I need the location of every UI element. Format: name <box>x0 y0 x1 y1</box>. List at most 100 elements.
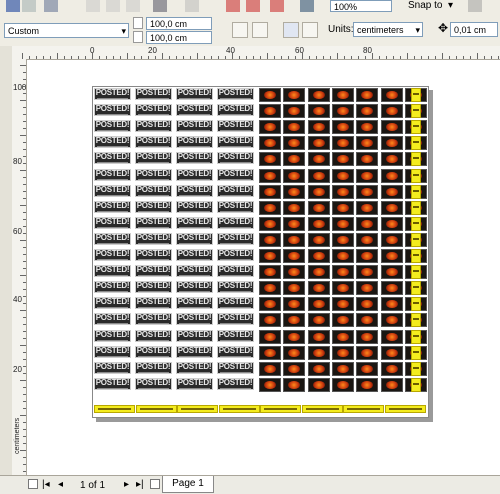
logo-sticker[interactable] <box>331 232 354 247</box>
poster-sticker[interactable]: POSTED! <box>176 265 213 278</box>
poster-sticker[interactable]: POSTED! <box>94 265 131 278</box>
logo-sticker[interactable] <box>259 168 281 183</box>
yellow-label-sticker[interactable] <box>411 249 421 263</box>
corel-online-icon[interactable] <box>300 0 314 12</box>
logo-sticker[interactable] <box>259 265 281 280</box>
poster-sticker[interactable]: POSTED! <box>217 265 254 278</box>
logo-sticker[interactable] <box>307 216 330 231</box>
poster-sticker[interactable]: POSTED! <box>94 184 131 197</box>
logo-sticker[interactable] <box>380 104 403 119</box>
landscape-button[interactable] <box>252 22 268 38</box>
logo-sticker[interactable] <box>259 152 281 167</box>
poster-sticker[interactable]: POSTED! <box>176 168 213 181</box>
logo-sticker[interactable] <box>331 184 354 199</box>
logo-sticker[interactable] <box>356 345 379 360</box>
logo-sticker[interactable] <box>331 345 354 360</box>
poster-sticker[interactable]: POSTED! <box>94 88 131 100</box>
logo-sticker[interactable] <box>283 265 306 280</box>
logo-sticker[interactable] <box>259 313 281 328</box>
poster-sticker[interactable]: POSTED! <box>176 136 213 149</box>
logo-sticker[interactable] <box>307 345 330 360</box>
poster-sticker[interactable]: POSTED! <box>176 345 213 358</box>
logo-sticker[interactable] <box>283 104 306 119</box>
poster-sticker[interactable]: POSTED! <box>94 281 131 294</box>
logo-sticker[interactable] <box>307 232 330 247</box>
logo-sticker[interactable] <box>331 120 354 135</box>
logo-sticker[interactable] <box>259 329 281 344</box>
poster-sticker[interactable]: POSTED! <box>176 88 213 100</box>
logo-sticker[interactable] <box>380 281 403 296</box>
logo-sticker[interactable] <box>356 216 379 231</box>
print-icon[interactable] <box>22 0 36 12</box>
poster-sticker[interactable]: POSTED! <box>135 152 172 165</box>
logo-sticker[interactable] <box>307 88 330 102</box>
yellow-label-sticker[interactable] <box>411 313 421 328</box>
logo-sticker[interactable] <box>259 200 281 215</box>
import-icon[interactable] <box>226 0 240 12</box>
logo-sticker[interactable] <box>356 104 379 119</box>
logo-sticker[interactable] <box>331 104 354 119</box>
logo-sticker[interactable] <box>283 168 306 183</box>
logo-sticker[interactable] <box>307 297 330 312</box>
poster-sticker[interactable]: POSTED! <box>94 200 131 213</box>
logo-sticker[interactable] <box>259 249 281 263</box>
poster-sticker[interactable]: POSTED! <box>94 345 131 358</box>
poster-sticker[interactable]: POSTED! <box>176 200 213 213</box>
logo-sticker[interactable] <box>259 184 281 199</box>
logo-sticker[interactable] <box>307 265 330 280</box>
logo-sticker[interactable] <box>259 281 281 296</box>
logo-sticker[interactable] <box>283 281 306 296</box>
logo-sticker[interactable] <box>356 152 379 167</box>
logo-sticker[interactable] <box>259 136 281 151</box>
poster-sticker[interactable]: POSTED! <box>217 88 254 100</box>
logo-sticker[interactable] <box>356 377 379 392</box>
logo-sticker[interactable] <box>259 361 281 376</box>
logo-sticker[interactable] <box>331 361 354 376</box>
logo-sticker[interactable] <box>380 120 403 135</box>
snap-to-chevron-icon[interactable]: ▾ <box>448 0 453 12</box>
yellow-label-sticker[interactable] <box>411 184 421 199</box>
yellow-strip-sticker[interactable] <box>94 405 135 413</box>
yellow-label-sticker[interactable] <box>411 136 421 151</box>
poster-sticker[interactable]: POSTED! <box>135 249 172 261</box>
logo-sticker[interactable] <box>356 120 379 135</box>
poster-sticker[interactable]: POSTED! <box>176 104 213 117</box>
logo-sticker[interactable] <box>356 136 379 151</box>
logo-sticker[interactable] <box>380 184 403 199</box>
yellow-label-sticker[interactable] <box>411 120 421 135</box>
application-launcher-icon[interactable] <box>270 0 284 12</box>
logo-sticker[interactable] <box>380 136 403 151</box>
yellow-strip-sticker[interactable] <box>343 405 384 413</box>
yellow-label-sticker[interactable] <box>411 200 421 215</box>
logo-sticker[interactable] <box>283 329 306 344</box>
yellow-label-sticker[interactable] <box>411 88 421 102</box>
paste-icon[interactable] <box>126 0 140 12</box>
logo-sticker[interactable] <box>380 329 403 344</box>
logo-sticker[interactable] <box>331 377 354 392</box>
poster-sticker[interactable]: POSTED! <box>94 313 131 326</box>
snap-to-button[interactable]: Snap to <box>408 0 442 12</box>
poster-sticker[interactable]: POSTED! <box>176 313 213 326</box>
logo-sticker[interactable] <box>356 184 379 199</box>
yellow-label-sticker[interactable] <box>411 281 421 296</box>
poster-sticker[interactable]: POSTED! <box>217 313 254 326</box>
logo-sticker[interactable] <box>380 361 403 376</box>
poster-sticker[interactable]: POSTED! <box>135 216 172 229</box>
logo-sticker[interactable] <box>356 265 379 280</box>
poster-sticker[interactable]: POSTED! <box>135 184 172 197</box>
poster-sticker[interactable]: POSTED! <box>94 297 131 310</box>
copy-icon[interactable] <box>106 0 120 12</box>
poster-sticker[interactable]: POSTED! <box>176 377 213 390</box>
logo-sticker[interactable] <box>307 104 330 119</box>
poster-sticker[interactable]: POSTED! <box>135 329 172 342</box>
logo-sticker[interactable] <box>307 313 330 328</box>
logo-sticker[interactable] <box>307 152 330 167</box>
poster-sticker[interactable]: POSTED! <box>176 184 213 197</box>
yellow-label-sticker[interactable] <box>411 361 421 376</box>
logo-sticker[interactable] <box>331 265 354 280</box>
poster-sticker[interactable]: POSTED! <box>217 184 254 197</box>
add-page-icon[interactable] <box>150 479 160 489</box>
logo-sticker[interactable] <box>331 136 354 151</box>
logo-sticker[interactable] <box>356 361 379 376</box>
save-icon[interactable] <box>6 0 20 12</box>
